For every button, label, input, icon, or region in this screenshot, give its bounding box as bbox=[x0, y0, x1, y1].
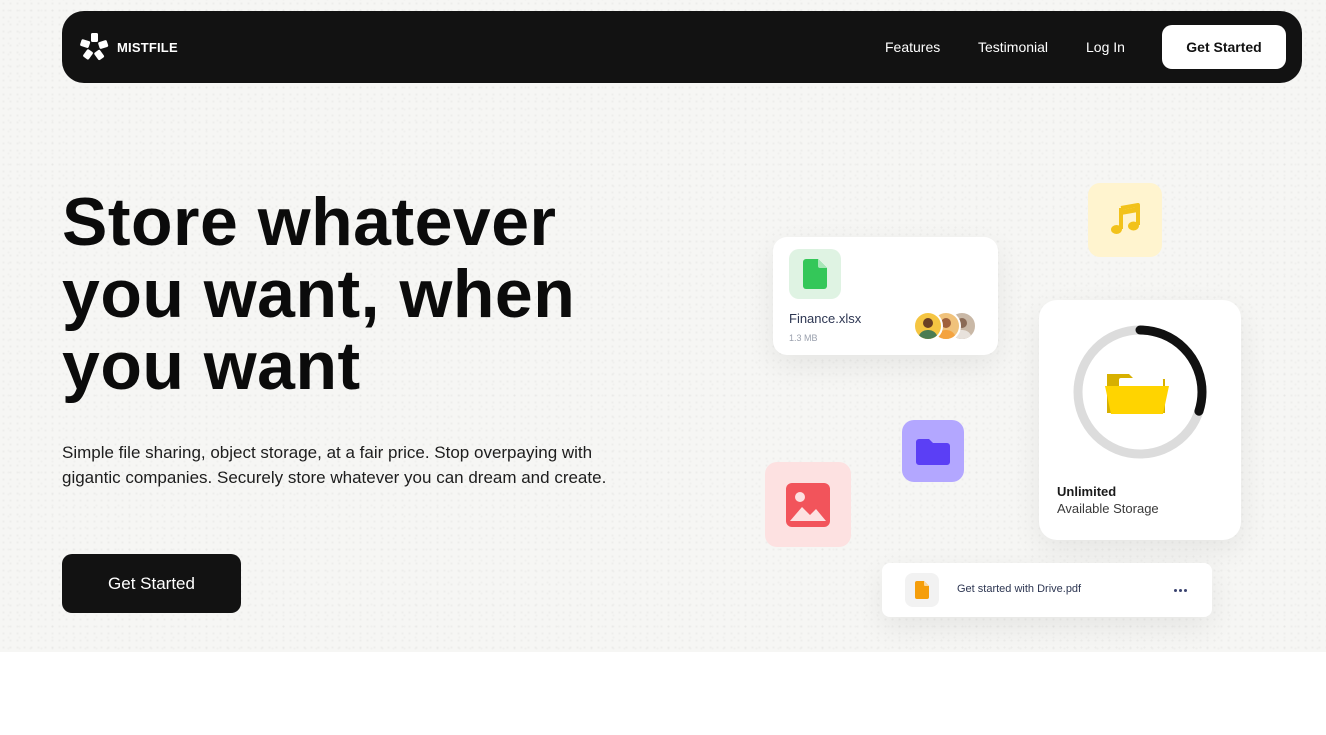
open-folder-icon bbox=[1105, 374, 1169, 414]
storage-card: Unlimited Available Storage bbox=[1039, 300, 1241, 540]
image-tile bbox=[765, 462, 851, 547]
storage-title: Unlimited bbox=[1057, 484, 1117, 499]
music-note-icon bbox=[1111, 203, 1140, 234]
nav-link-testimonial[interactable]: Testimonial bbox=[978, 39, 1048, 55]
brand-name: MISTFILE bbox=[117, 39, 178, 55]
file-name: Finance.xlsx bbox=[789, 311, 862, 326]
folder-tile bbox=[902, 420, 964, 482]
pdf-file-name: Get started with Drive.pdf bbox=[957, 583, 1082, 595]
storage-subtitle: Available Storage bbox=[1057, 501, 1159, 516]
spreadsheet-file-icon bbox=[803, 259, 827, 289]
nav-link-features[interactable]: Features bbox=[885, 39, 940, 55]
mistfile-logo-icon bbox=[80, 33, 109, 61]
pdf-file-card: Get started with Drive.pdf bbox=[882, 563, 1212, 617]
file-card-finance: Finance.xlsx 1.3 MB bbox=[773, 237, 998, 355]
hero-subtitle: Simple file sharing, object storage, at … bbox=[62, 443, 607, 487]
nav-link-login[interactable]: Log In bbox=[1086, 39, 1125, 55]
file-size: 1.3 MB bbox=[789, 333, 818, 343]
storage-progress-ring bbox=[1073, 325, 1207, 459]
hero-get-started-button[interactable]: Get Started bbox=[62, 554, 241, 613]
pdf-icon-container bbox=[905, 573, 939, 607]
hero-title: Store whatever you want, when you want bbox=[62, 184, 576, 404]
music-tile bbox=[1088, 183, 1162, 257]
image-icon bbox=[786, 482, 830, 527]
file-icon-container bbox=[789, 249, 841, 299]
top-navbar: MISTFILE Features Testimonial Log In Get… bbox=[62, 11, 1302, 83]
avatar bbox=[913, 311, 943, 341]
brand-logo[interactable]: MISTFILE bbox=[79, 32, 178, 62]
pdf-file-icon bbox=[915, 581, 929, 599]
more-horizontal-icon[interactable] bbox=[1169, 579, 1191, 601]
nav-get-started-button[interactable]: Get Started bbox=[1162, 25, 1286, 69]
folder-icon bbox=[916, 439, 950, 465]
collaborator-avatars bbox=[913, 311, 983, 343]
